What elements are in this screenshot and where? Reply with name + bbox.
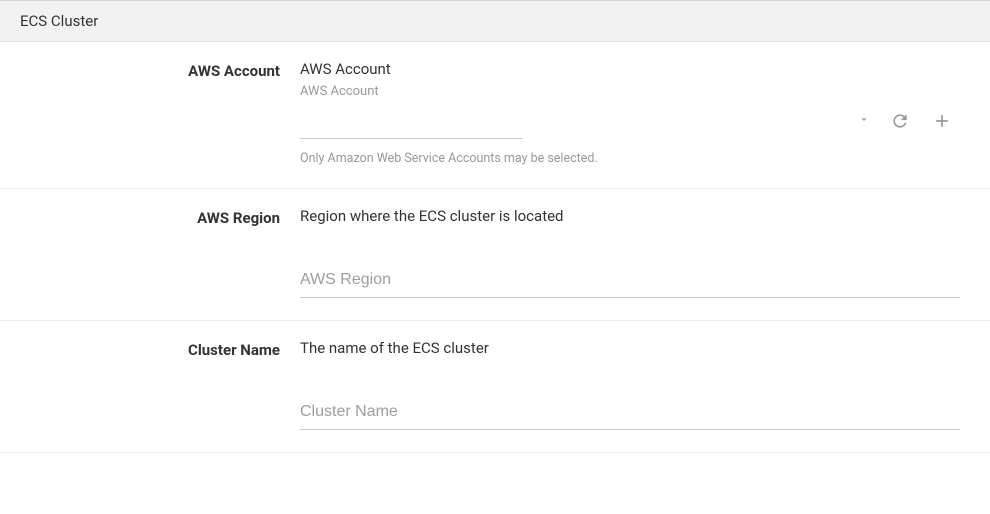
add-button[interactable] [924, 103, 960, 139]
refresh-icon [890, 111, 910, 131]
cluster-name-label: Cluster Name [20, 339, 300, 430]
aws-region-input[interactable] [300, 261, 960, 298]
aws-account-sublabel: AWS Account [300, 84, 960, 99]
aws-region-row: AWS Region Region where the ECS cluster … [0, 189, 990, 321]
cluster-name-input[interactable] [300, 393, 960, 430]
aws-account-input-row [300, 103, 960, 139]
aws-account-description: AWS Account [300, 60, 960, 78]
plus-icon [932, 111, 952, 131]
aws-account-hint: Only Amazon Web Service Accounts may be … [300, 151, 960, 166]
aws-account-dropdown[interactable] [300, 103, 523, 139]
aws-account-row: AWS Account AWS Account AWS Account Only… [0, 42, 990, 189]
cluster-name-description: The name of the ECS cluster [300, 339, 960, 357]
aws-region-content: Region where the ECS cluster is located [300, 207, 970, 298]
aws-account-dropdown-wrapper [300, 103, 876, 139]
cluster-name-content: The name of the ECS cluster [300, 339, 970, 430]
cluster-name-row: Cluster Name The name of the ECS cluster [0, 321, 990, 453]
aws-account-content: AWS Account AWS Account Only Amazon Web … [300, 60, 970, 166]
section-header: ECS Cluster [0, 0, 990, 42]
aws-region-label: AWS Region [20, 207, 300, 298]
refresh-button[interactable] [882, 103, 918, 139]
chevron-down-icon [858, 114, 870, 129]
section-title: ECS Cluster [20, 12, 98, 30]
aws-account-label: AWS Account [20, 60, 300, 166]
aws-region-description: Region where the ECS cluster is located [300, 207, 960, 225]
